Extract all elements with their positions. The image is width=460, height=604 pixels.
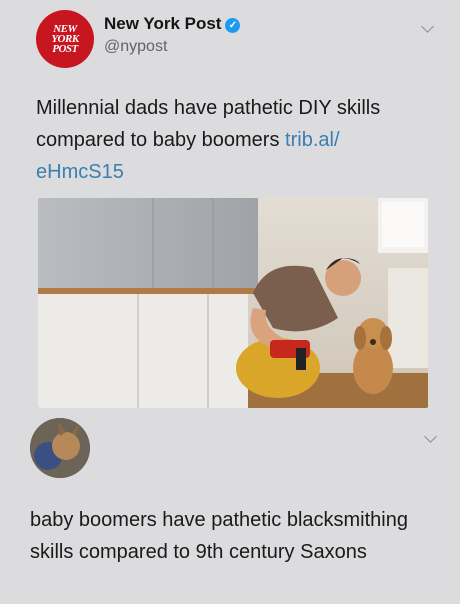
tweet-link-cont[interactable]: eHmcS15 <box>36 161 124 183</box>
reply-chevron-down-icon[interactable] <box>424 430 437 443</box>
photo-illustration <box>38 198 428 408</box>
chevron-down-icon[interactable] <box>421 20 434 33</box>
account-handle[interactable]: @nypost <box>104 38 167 56</box>
verified-badge-icon: ✓ <box>225 18 241 33</box>
reply-avatar[interactable] <box>30 418 90 478</box>
tweet-link[interactable]: trib.al/ <box>285 129 339 151</box>
nypost-logo: NEW YORK POST <box>51 24 79 55</box>
account-name-text[interactable]: New York Post <box>104 14 221 33</box>
reply-text: baby boomers have pathetic blacksmithing… <box>30 509 408 563</box>
nypost-avatar[interactable]: NEW YORK POST <box>36 10 94 68</box>
tweet-card: NEW YORK POST New York Post ✓ @nypost Mil… <box>0 0 460 420</box>
account-name[interactable]: New York Post ✓ <box>104 14 241 34</box>
logo-line-3: POST <box>52 43 78 55</box>
tweet-text: Millennial dads have pathetic DIY skills… <box>36 92 426 188</box>
reply-avatar-image <box>30 418 90 478</box>
tweet-photo[interactable] <box>38 198 428 408</box>
